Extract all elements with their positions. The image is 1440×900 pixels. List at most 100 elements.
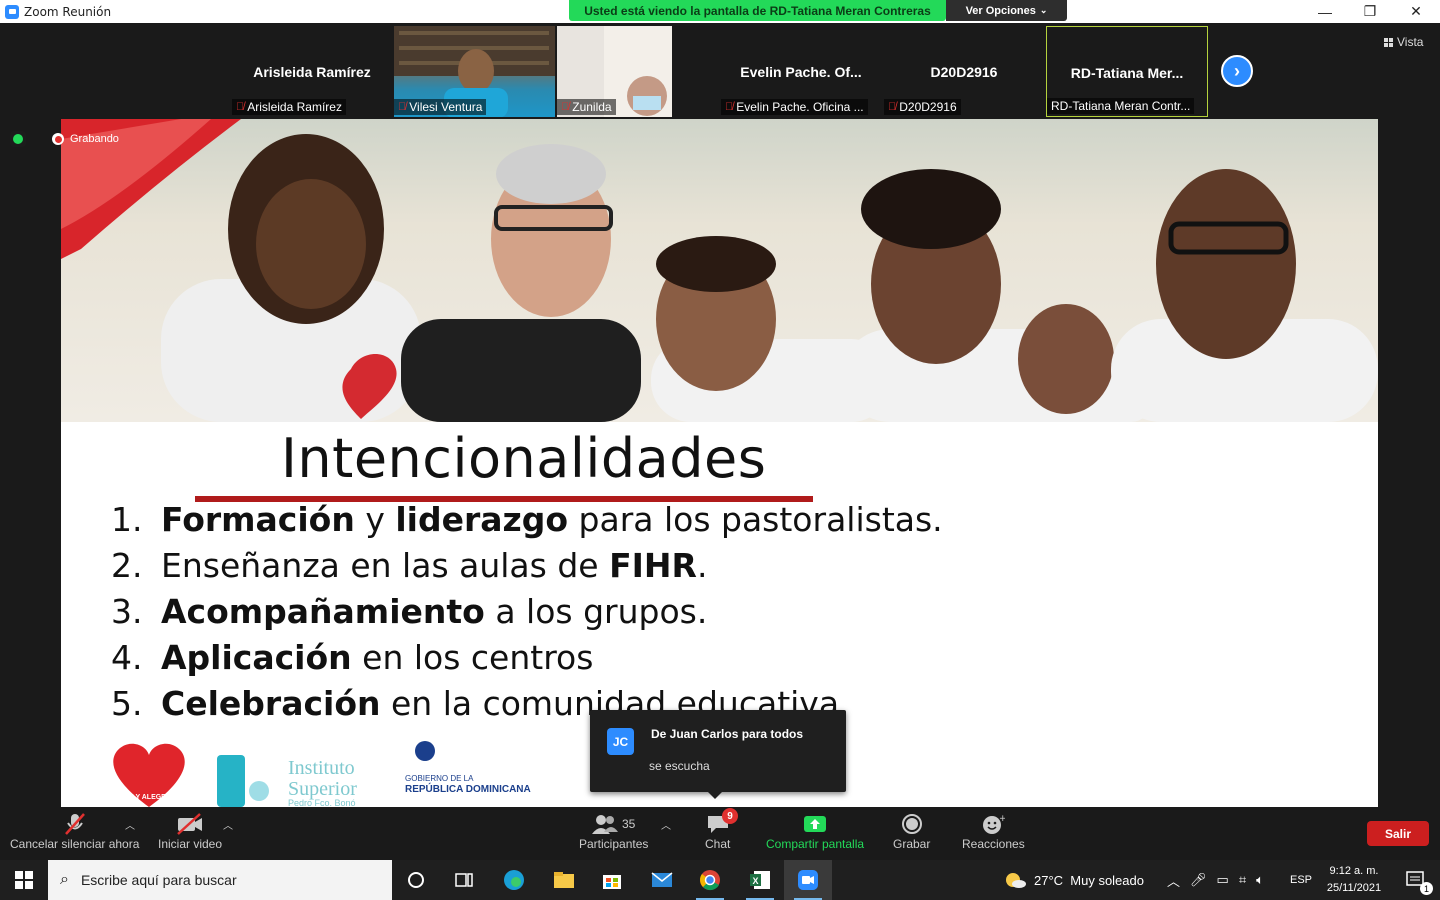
participant-label-text: Vilesi Ventura	[409, 100, 483, 114]
participant-label: RD-Tatiana Meran Contr...	[1047, 98, 1195, 114]
taskbar-clock[interactable]: 9:12 a. m. 25/11/2021	[1316, 863, 1392, 897]
start-video-label: Iniciar video	[158, 837, 223, 851]
search-icon: ⌕	[60, 871, 69, 888]
reaction-smiley-icon: +	[981, 811, 1005, 837]
svg-text:Pedro Fco. Bonó: Pedro Fco. Bonó	[288, 798, 356, 807]
presentation-slide: Intencionalidades 1. Formación y liderazg…	[61, 119, 1378, 807]
list-number: 3.	[111, 592, 143, 631]
participant-tile[interactable]: 🎙̸ Vilesi Ventura	[394, 26, 555, 117]
mail-icon[interactable]	[638, 860, 686, 900]
logos-graphic: FE Y ALEGRIA Instituto Superior Pedro Fc…	[113, 741, 531, 807]
mic-muted-icon	[63, 811, 87, 837]
audio-options-chevron-icon[interactable]: ︿	[125, 817, 135, 832]
participant-tile[interactable]: D20D2916 🎙̸ D20D2916	[884, 26, 1044, 117]
share-screen-label: Compartir pantalla	[766, 837, 865, 851]
video-off-icon	[176, 811, 204, 837]
reactions-button[interactable]: + Reacciones	[962, 811, 1025, 851]
chat-message: se escucha	[649, 759, 710, 773]
participant-label-text: RD-Tatiana Meran Contr...	[1051, 99, 1191, 113]
volume-icon[interactable]: 🔈︎	[1256, 872, 1264, 888]
zoom-taskbar-icon[interactable]	[784, 860, 832, 900]
chat-notification[interactable]: JC De Juan Carlos para todos se escucha	[590, 710, 846, 799]
recording-label: Grabando	[70, 133, 119, 145]
window-title: Zoom Reunión	[24, 4, 112, 19]
participant-label: 🎙̸ D20D2916	[884, 99, 961, 115]
reactions-label: Reacciones	[962, 837, 1025, 851]
next-page-arrow-icon[interactable]: ›	[1221, 55, 1253, 87]
participant-label-text: Evelin Pache. Oficina ...	[736, 100, 864, 114]
start-button[interactable]	[0, 860, 48, 900]
mic-muted-icon: 🎙̸	[725, 101, 734, 113]
chevron-down-icon: ⌄	[1039, 5, 1048, 15]
network-icon[interactable]: ⌗	[1239, 872, 1246, 888]
microphone-icon[interactable]: 🎤︎	[1190, 872, 1207, 888]
list-text: en los centros	[351, 638, 594, 677]
participants-label: Participantes	[579, 837, 649, 851]
participant-tile-active-speaker[interactable]: RD-Tatiana Mer... RD-Tatiana Meran Contr…	[1046, 26, 1208, 117]
input-language[interactable]: ESP	[1290, 860, 1312, 900]
list-text: Aplicación	[161, 638, 352, 677]
leave-meeting-button[interactable]: Salir	[1367, 821, 1429, 846]
weather-widget[interactable]: 27°C Muy soleado	[1003, 860, 1144, 900]
record-label: Grabar	[893, 837, 931, 851]
search-placeholder: Escribe aquí para buscar	[80, 872, 237, 888]
participant-tile[interactable]: Arisleida Ramírez 🎙̸ Arisleida Ramírez	[232, 26, 392, 117]
participants-button[interactable]: 35 Participantes	[579, 811, 648, 851]
battery-icon[interactable]: ▭	[1217, 872, 1229, 888]
list-text: FIHR	[609, 546, 697, 585]
participant-label-text: Arisleida Ramírez	[247, 100, 342, 114]
show-hidden-icons-chevron-icon[interactable]: ︿	[1167, 871, 1180, 890]
list-item: 2. Enseñanza en las aulas de FIHR.	[111, 546, 707, 585]
participant-tile[interactable]: Evelin Pache. Of... 🎙̸ Evelin Pache. Ofic…	[721, 26, 881, 117]
cortana-icon[interactable]	[392, 860, 440, 900]
weather-text: 27°C Muy soleado	[1034, 872, 1144, 888]
participant-strip: Arisleida Ramírez 🎙̸ Arisleida Ramírez 🎙̸…	[0, 23, 1440, 119]
list-text: Formación	[161, 500, 355, 539]
participant-name: D20D2916	[930, 64, 998, 80]
view-button-label: Vista	[1397, 35, 1424, 49]
avatar: JC	[607, 728, 634, 755]
svg-text:REPÚBLICA DOMINICANA: REPÚBLICA DOMINICANA	[405, 782, 531, 795]
minimize-button[interactable]: —	[1302, 0, 1348, 23]
chat-unread-badge: 9	[722, 808, 738, 824]
list-number: 2.	[111, 546, 143, 585]
edge-icon[interactable]	[490, 860, 538, 900]
excel-icon[interactable]: X	[736, 860, 784, 900]
task-view-icon[interactable]	[440, 860, 488, 900]
view-options-button[interactable]: Ver Opciones ⌄	[946, 0, 1067, 21]
chrome-icon[interactable]	[686, 860, 734, 900]
clock-date: 25/11/2021	[1326, 882, 1382, 894]
video-options-chevron-icon[interactable]: ︿	[223, 817, 233, 832]
recording-dot-icon	[52, 133, 64, 145]
grid-view-icon	[1384, 37, 1393, 47]
svg-text:Superior: Superior	[288, 778, 357, 800]
list-number: 5.	[111, 684, 143, 723]
start-video-button[interactable]: Iniciar video	[158, 811, 222, 851]
window-titlebar: Zoom Reunión Usted está viendo la pantal…	[0, 0, 1440, 23]
participants-chevron-icon[interactable]: ︿	[661, 817, 671, 832]
participants-icon: 35	[592, 811, 635, 837]
view-button[interactable]: Vista	[1384, 35, 1423, 49]
meeting-toolbar: Cancelar silenciar ahora ︿ Iniciar video…	[0, 807, 1440, 860]
view-options-label: Ver Opciones	[965, 4, 1036, 17]
participant-label-text: D20D2916	[899, 100, 957, 114]
file-explorer-icon[interactable]	[540, 860, 588, 900]
share-screen-button[interactable]: Compartir pantalla	[766, 811, 864, 851]
unmute-button[interactable]: Cancelar silenciar ahora	[10, 811, 139, 851]
participant-name: Evelin Pache. Of...	[740, 64, 862, 80]
record-button[interactable]: Grabar	[893, 811, 930, 851]
maximize-button[interactable]: ❐	[1347, 0, 1393, 23]
encryption-shield-icon	[10, 131, 26, 147]
close-button[interactable]: ✕	[1393, 0, 1439, 23]
svg-text:X: X	[753, 876, 759, 886]
list-number: 4.	[111, 638, 143, 677]
unmute-label: Cancelar silenciar ahora	[10, 837, 140, 851]
svg-text:+: +	[999, 814, 1005, 824]
notifications-button[interactable]: 1	[1392, 860, 1440, 900]
share-banner: Usted está viendo la pantalla de RD-Tati…	[569, 0, 946, 21]
participant-label: 🎙̸ Arisleida Ramírez	[232, 99, 346, 115]
store-icon[interactable]	[588, 860, 636, 900]
participant-tile[interactable]: 🎙̸ Zunilda	[557, 26, 672, 117]
list-number: 1.	[111, 500, 143, 539]
taskbar-search-input[interactable]: ⌕ Escribe aquí para buscar	[48, 860, 392, 900]
